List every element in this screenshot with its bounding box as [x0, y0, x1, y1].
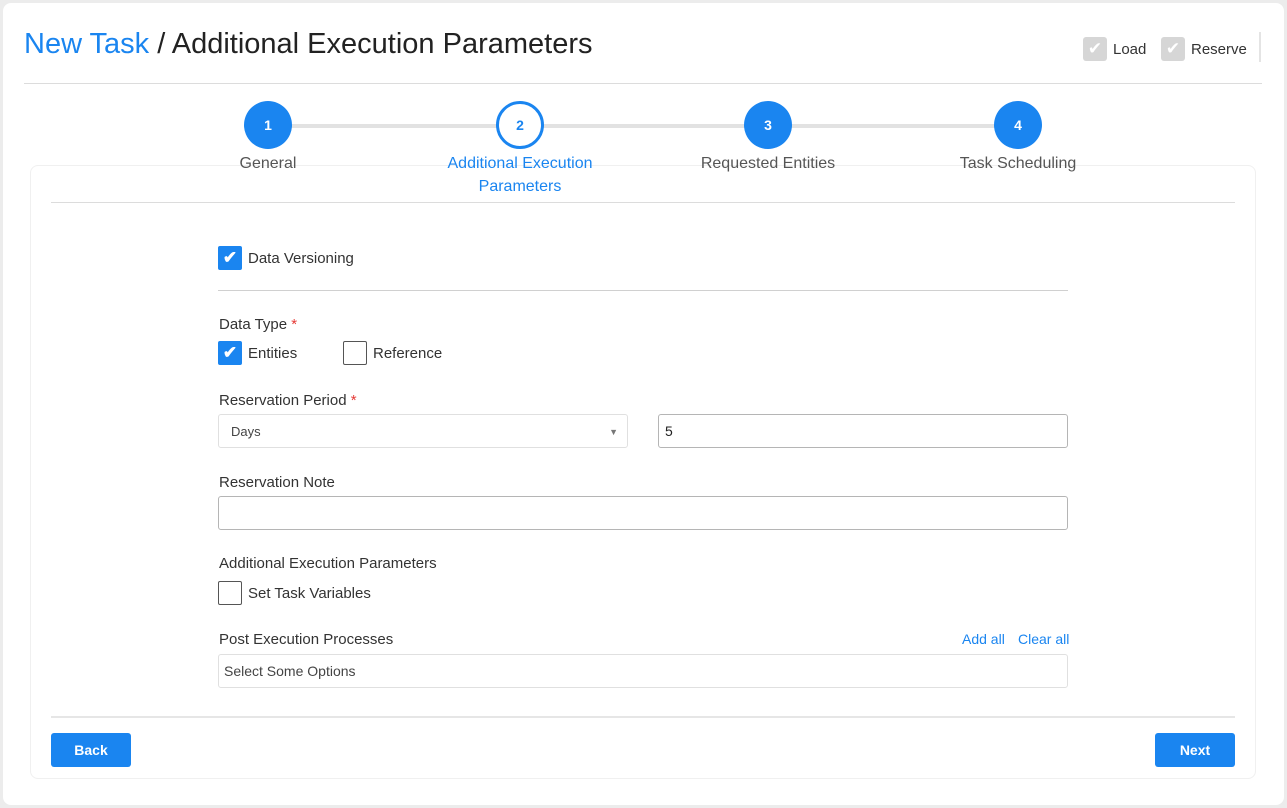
divider — [51, 716, 1235, 718]
select-value: Days — [231, 424, 261, 439]
load-checkbox[interactable]: ✔ Load — [1083, 37, 1146, 61]
reservation-period-label: Reservation Period * — [219, 392, 357, 409]
step-label: Additional Execution Parameters — [447, 155, 593, 195]
data-type-label: Data Type * — [219, 316, 297, 333]
divider — [1259, 32, 1261, 62]
reservation-note-label: Reservation Note — [219, 474, 335, 491]
post-execution-multiselect[interactable]: Select Some Options — [218, 654, 1068, 688]
step-general[interactable]: 1 General — [168, 101, 368, 175]
set-task-variables-checkbox[interactable]: Set Task Variables — [218, 581, 371, 605]
step-requested-entities[interactable]: 3 Requested Entities — [668, 101, 868, 175]
divider — [218, 290, 1068, 291]
page-title: New Task / Additional Execution Paramete… — [24, 28, 593, 61]
step-task-scheduling[interactable]: 4 Task Scheduling — [918, 101, 1118, 175]
checkbox-label: Reference — [373, 344, 443, 362]
required-marker: * — [291, 316, 298, 333]
check-icon: ✔ — [218, 246, 242, 270]
step-label: Task Scheduling — [959, 155, 1077, 172]
back-button[interactable]: Back — [51, 733, 131, 767]
required-marker: * — [350, 392, 357, 409]
step-label: General — [239, 155, 297, 172]
load-label: Load — [1113, 40, 1147, 58]
label-text: Reservation Period — [219, 392, 347, 409]
checkbox-label: Entities — [248, 344, 298, 362]
check-icon: ✔ — [218, 341, 242, 365]
entities-checkbox[interactable]: ✔ Entities — [218, 341, 297, 365]
step-number[interactable]: 3 — [744, 101, 792, 149]
checkbox-label: Set Task Variables — [248, 584, 371, 602]
reserve-label: Reserve — [1191, 40, 1247, 58]
step-number[interactable]: 1 — [244, 101, 292, 149]
stepper-track — [268, 124, 1018, 128]
add-all-link[interactable]: Add all — [962, 631, 1005, 647]
check-icon: ✔ — [1161, 37, 1185, 61]
title-text: / Additional Execution Parameters — [149, 28, 593, 60]
post-execution-label: Post Execution Processes — [219, 631, 394, 648]
divider — [51, 202, 1235, 203]
caret-down-icon: ▼ — [609, 427, 618, 437]
data-versioning-checkbox[interactable]: ✔ Data Versioning — [218, 246, 354, 270]
next-button[interactable]: Next — [1155, 733, 1235, 767]
new-task-link[interactable]: New Task — [24, 28, 149, 60]
checkbox-box — [218, 581, 242, 605]
step-number[interactable]: 4 — [994, 101, 1042, 149]
additional-params-label: Additional Execution Parameters — [219, 555, 437, 572]
step-additional-execution-parameters[interactable]: 2 Additional Execution Parameters — [430, 101, 610, 198]
clear-all-link[interactable]: Clear all — [1018, 631, 1069, 647]
reservation-unit-select[interactable]: Days ▼ — [218, 414, 628, 448]
checkbox-label: Data Versioning — [248, 249, 354, 267]
reservation-note-input[interactable] — [218, 496, 1068, 530]
reserve-checkbox[interactable]: ✔ Reserve — [1161, 37, 1247, 61]
reference-checkbox[interactable]: Reference — [343, 341, 442, 365]
multiselect-placeholder: Select Some Options — [224, 663, 356, 679]
check-icon: ✔ — [1083, 37, 1107, 61]
divider — [24, 83, 1262, 84]
checkbox-box — [343, 341, 367, 365]
step-label: Requested Entities — [700, 155, 836, 172]
step-number[interactable]: 2 — [496, 101, 544, 149]
label-text: Data Type — [219, 316, 288, 333]
reservation-period-input[interactable] — [658, 414, 1068, 448]
